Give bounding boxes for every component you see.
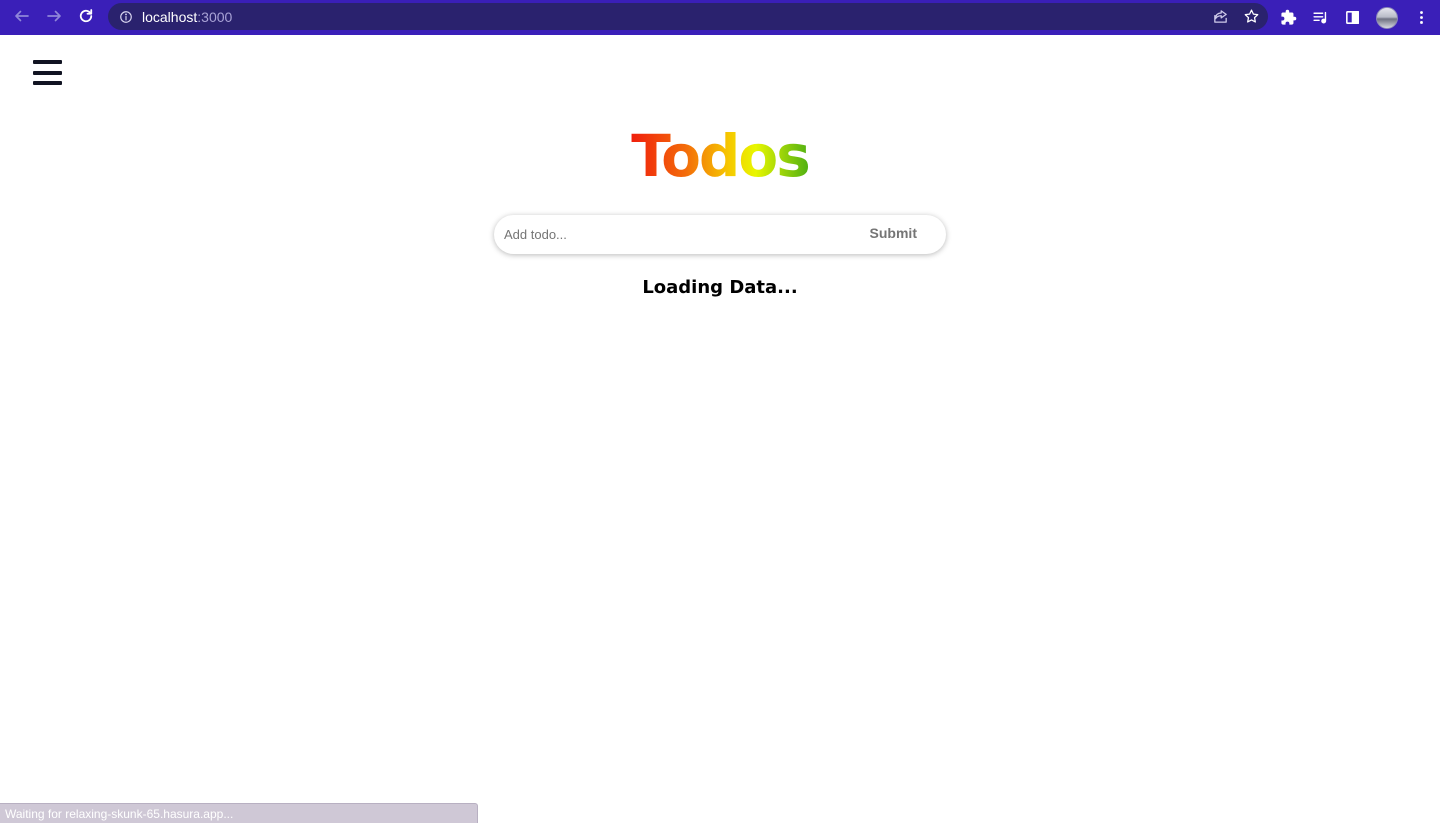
forward-button[interactable]: [38, 2, 70, 34]
back-button[interactable]: [6, 2, 38, 34]
browser-toolbar: localhost:3000: [0, 0, 1440, 35]
media-queue-icon[interactable]: [1312, 9, 1329, 26]
add-todo-form: Submit: [494, 215, 946, 254]
reload-icon: [77, 7, 95, 29]
loading-message: Loading Data...: [642, 277, 798, 298]
page-title: Todos: [0, 122, 1440, 190]
hamburger-line: [33, 81, 62, 85]
hamburger-line: [33, 60, 62, 64]
arrow-left-icon: [13, 7, 31, 29]
kebab-menu-icon[interactable]: [1413, 9, 1430, 26]
reload-button[interactable]: [70, 2, 102, 34]
star-icon[interactable]: [1243, 8, 1260, 25]
address-bar[interactable]: localhost:3000: [108, 3, 1268, 30]
avatar[interactable]: [1376, 6, 1398, 29]
share-icon[interactable]: [1212, 8, 1229, 25]
url-text[interactable]: localhost:3000: [142, 9, 232, 25]
url-port: :3000: [197, 8, 233, 25]
puzzle-icon[interactable]: [1280, 9, 1297, 26]
add-todo-input[interactable]: [504, 227, 844, 242]
submit-button[interactable]: Submit: [870, 225, 917, 241]
page-title-text: Todos: [631, 122, 811, 190]
hamburger-line: [33, 70, 62, 75]
side-panel-icon[interactable]: [1344, 9, 1361, 26]
info-icon[interactable]: [119, 10, 133, 24]
browser-status-bar: Waiting for relaxing-skunk-65.hasura.app…: [0, 803, 478, 823]
arrow-right-icon: [45, 7, 63, 29]
hamburger-icon[interactable]: [33, 58, 63, 88]
browser-actions: [1280, 0, 1430, 35]
address-bar-actions: [1212, 3, 1260, 30]
url-host: localhost: [142, 8, 198, 25]
